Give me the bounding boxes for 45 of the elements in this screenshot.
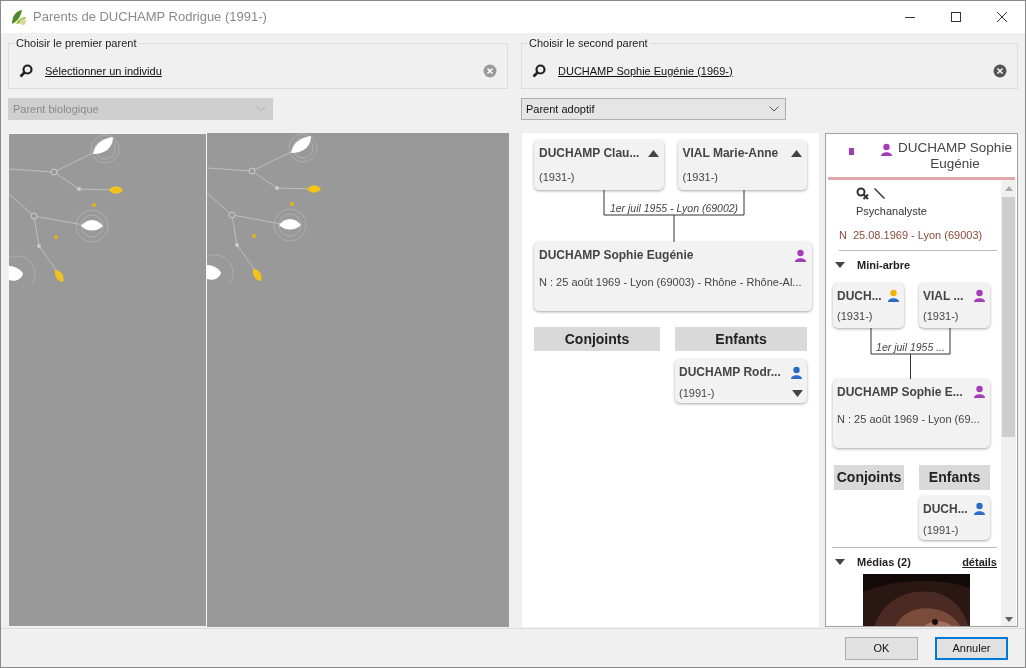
occupation-text: Psychanalyste: [856, 204, 928, 219]
details-link[interactable]: détails: [962, 553, 997, 570]
search-icon[interactable]: [19, 64, 33, 78]
union-label: 1er juil 1955 ...: [875, 340, 946, 353]
dialog-button[interactable]: Annuler: [935, 636, 1008, 660]
person-link[interactable]: DUCHAMP Sophie Eugénie (1969-): [558, 62, 733, 80]
scrollbar[interactable]: [1001, 180, 1016, 626]
scroll-down-icon[interactable]: [1004, 617, 1013, 622]
search-icon[interactable]: [532, 64, 546, 78]
dialog-button[interactable]: OK: [845, 636, 918, 660]
section-title: Mini-arbre: [857, 258, 911, 273]
app-logo-icon: [10, 8, 28, 26]
section-header: Enfants: [919, 464, 990, 490]
clear-icon[interactable]: [993, 64, 1007, 78]
relation-dropdown: Parent biologique: [8, 98, 273, 120]
caret-up-icon[interactable]: [791, 149, 802, 157]
person-card[interactable]: DUCHAMP Sophie E... N : 25 août 1969 - Lyon (69...: [833, 378, 990, 448]
group-legend: Choisir le second parent: [527, 36, 650, 50]
person-card[interactable]: DUCH... (1931-): [833, 282, 904, 328]
section-header: Conjoints: [534, 327, 660, 351]
group-legend: Choisir le premier parent: [14, 36, 139, 50]
section-title: Médias (2): [857, 554, 911, 570]
chevron-down-icon: [769, 106, 779, 112]
relation-dropdown[interactable]: Parent adoptif: [521, 98, 786, 120]
section-header: Enfants: [675, 327, 807, 351]
birth-text: 25.08.1969 - Lyon (69003): [852, 227, 983, 243]
person-card[interactable]: DUCHAMP Rodr... (1991-): [675, 359, 807, 403]
caret-up-icon[interactable]: [647, 149, 659, 157]
window-title: Parents de DUCHAMP Rodrigue (1991-): [33, 8, 267, 27]
person-card[interactable]: DUCH... (1991-): [919, 495, 990, 540]
scrollbar-thumb[interactable]: [1002, 197, 1015, 437]
gender-icon: [856, 187, 869, 200]
person-card[interactable]: DUCHAMP Clau... (1931-): [534, 140, 664, 190]
expand-triangle-icon[interactable]: [835, 558, 845, 565]
person-name: DUCHAMP Sophie Eugénie: [897, 140, 1013, 172]
union-label: 1er juil 1955 - Lyon (69002): [608, 202, 740, 214]
person-card[interactable]: VIAL Marie-Anne (1931-): [677, 140, 807, 190]
person-card[interactable]: VIAL ... (1931-): [919, 282, 990, 328]
section-header: Conjoints: [834, 464, 904, 490]
caret-down-icon[interactable]: [792, 389, 803, 397]
person-link[interactable]: Sélectionner un individu: [45, 62, 162, 80]
birth-marker: N: [839, 227, 847, 243]
expand-triangle-icon[interactable]: [835, 262, 845, 269]
person-card[interactable]: DUCHAMP Sophie Eugénie N : 25 août 1969 - Lyon (69003) - Rhône - Rhône-Al...: [534, 242, 812, 311]
chevron-down-icon: [256, 106, 266, 112]
